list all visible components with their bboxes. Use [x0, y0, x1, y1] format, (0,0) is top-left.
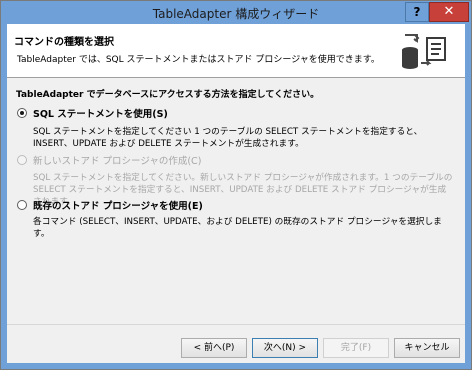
help-button[interactable]: ?: [405, 2, 429, 22]
option-description: SQL ステートメントを指定してください 1 つのテーブルの SELECT ステ…: [33, 127, 423, 149]
option-label[interactable]: 既存のストアド プロシージャを使用(E): [33, 198, 203, 212]
back-button[interactable]: < 前へ(P): [181, 338, 247, 358]
instruction-text: TableAdapter でデータベースにアクセスする方法を指定してください。: [16, 90, 320, 100]
window-title: TableAdapter 構成ウィザード: [152, 7, 320, 21]
wizard-header: コマンドの種類を選択 TableAdapter では、SQL ステートメントまた…: [7, 24, 465, 78]
finish-button[interactable]: 完了(F): [323, 338, 389, 358]
title-bar[interactable]: TableAdapter 構成ウィザード ? ✕: [1, 1, 471, 24]
cancel-button[interactable]: キャンセル: [394, 338, 460, 358]
wizard-window: TableAdapter 構成ウィザード ? ✕ コマンドの種類を選択 Tabl…: [0, 0, 472, 370]
close-button[interactable]: ✕: [429, 2, 469, 22]
wizard-content: コマンドの種類を選択 TableAdapter では、SQL ステートメントまた…: [7, 24, 465, 363]
footer-divider: [7, 324, 465, 325]
radio-new-stored-procedure[interactable]: [17, 155, 27, 165]
radio-existing-stored-procedure[interactable]: [17, 200, 27, 210]
option-label[interactable]: SQL ステートメントを使用(S): [33, 106, 168, 120]
page-title: コマンドの種類を選択: [14, 37, 114, 48]
option-description: 各コマンド (SELECT、INSERT、UPDATE、および DELETE) …: [33, 217, 442, 239]
radio-sql-statement[interactable]: [17, 108, 27, 118]
option-label[interactable]: 新しいストアド プロシージャの作成(C): [33, 153, 201, 167]
page-subtitle: TableAdapter では、SQL ステートメントまたはストアド プロシージ…: [17, 55, 380, 65]
database-to-code-icon: [402, 34, 446, 69]
next-button[interactable]: 次へ(N) >: [252, 338, 318, 358]
